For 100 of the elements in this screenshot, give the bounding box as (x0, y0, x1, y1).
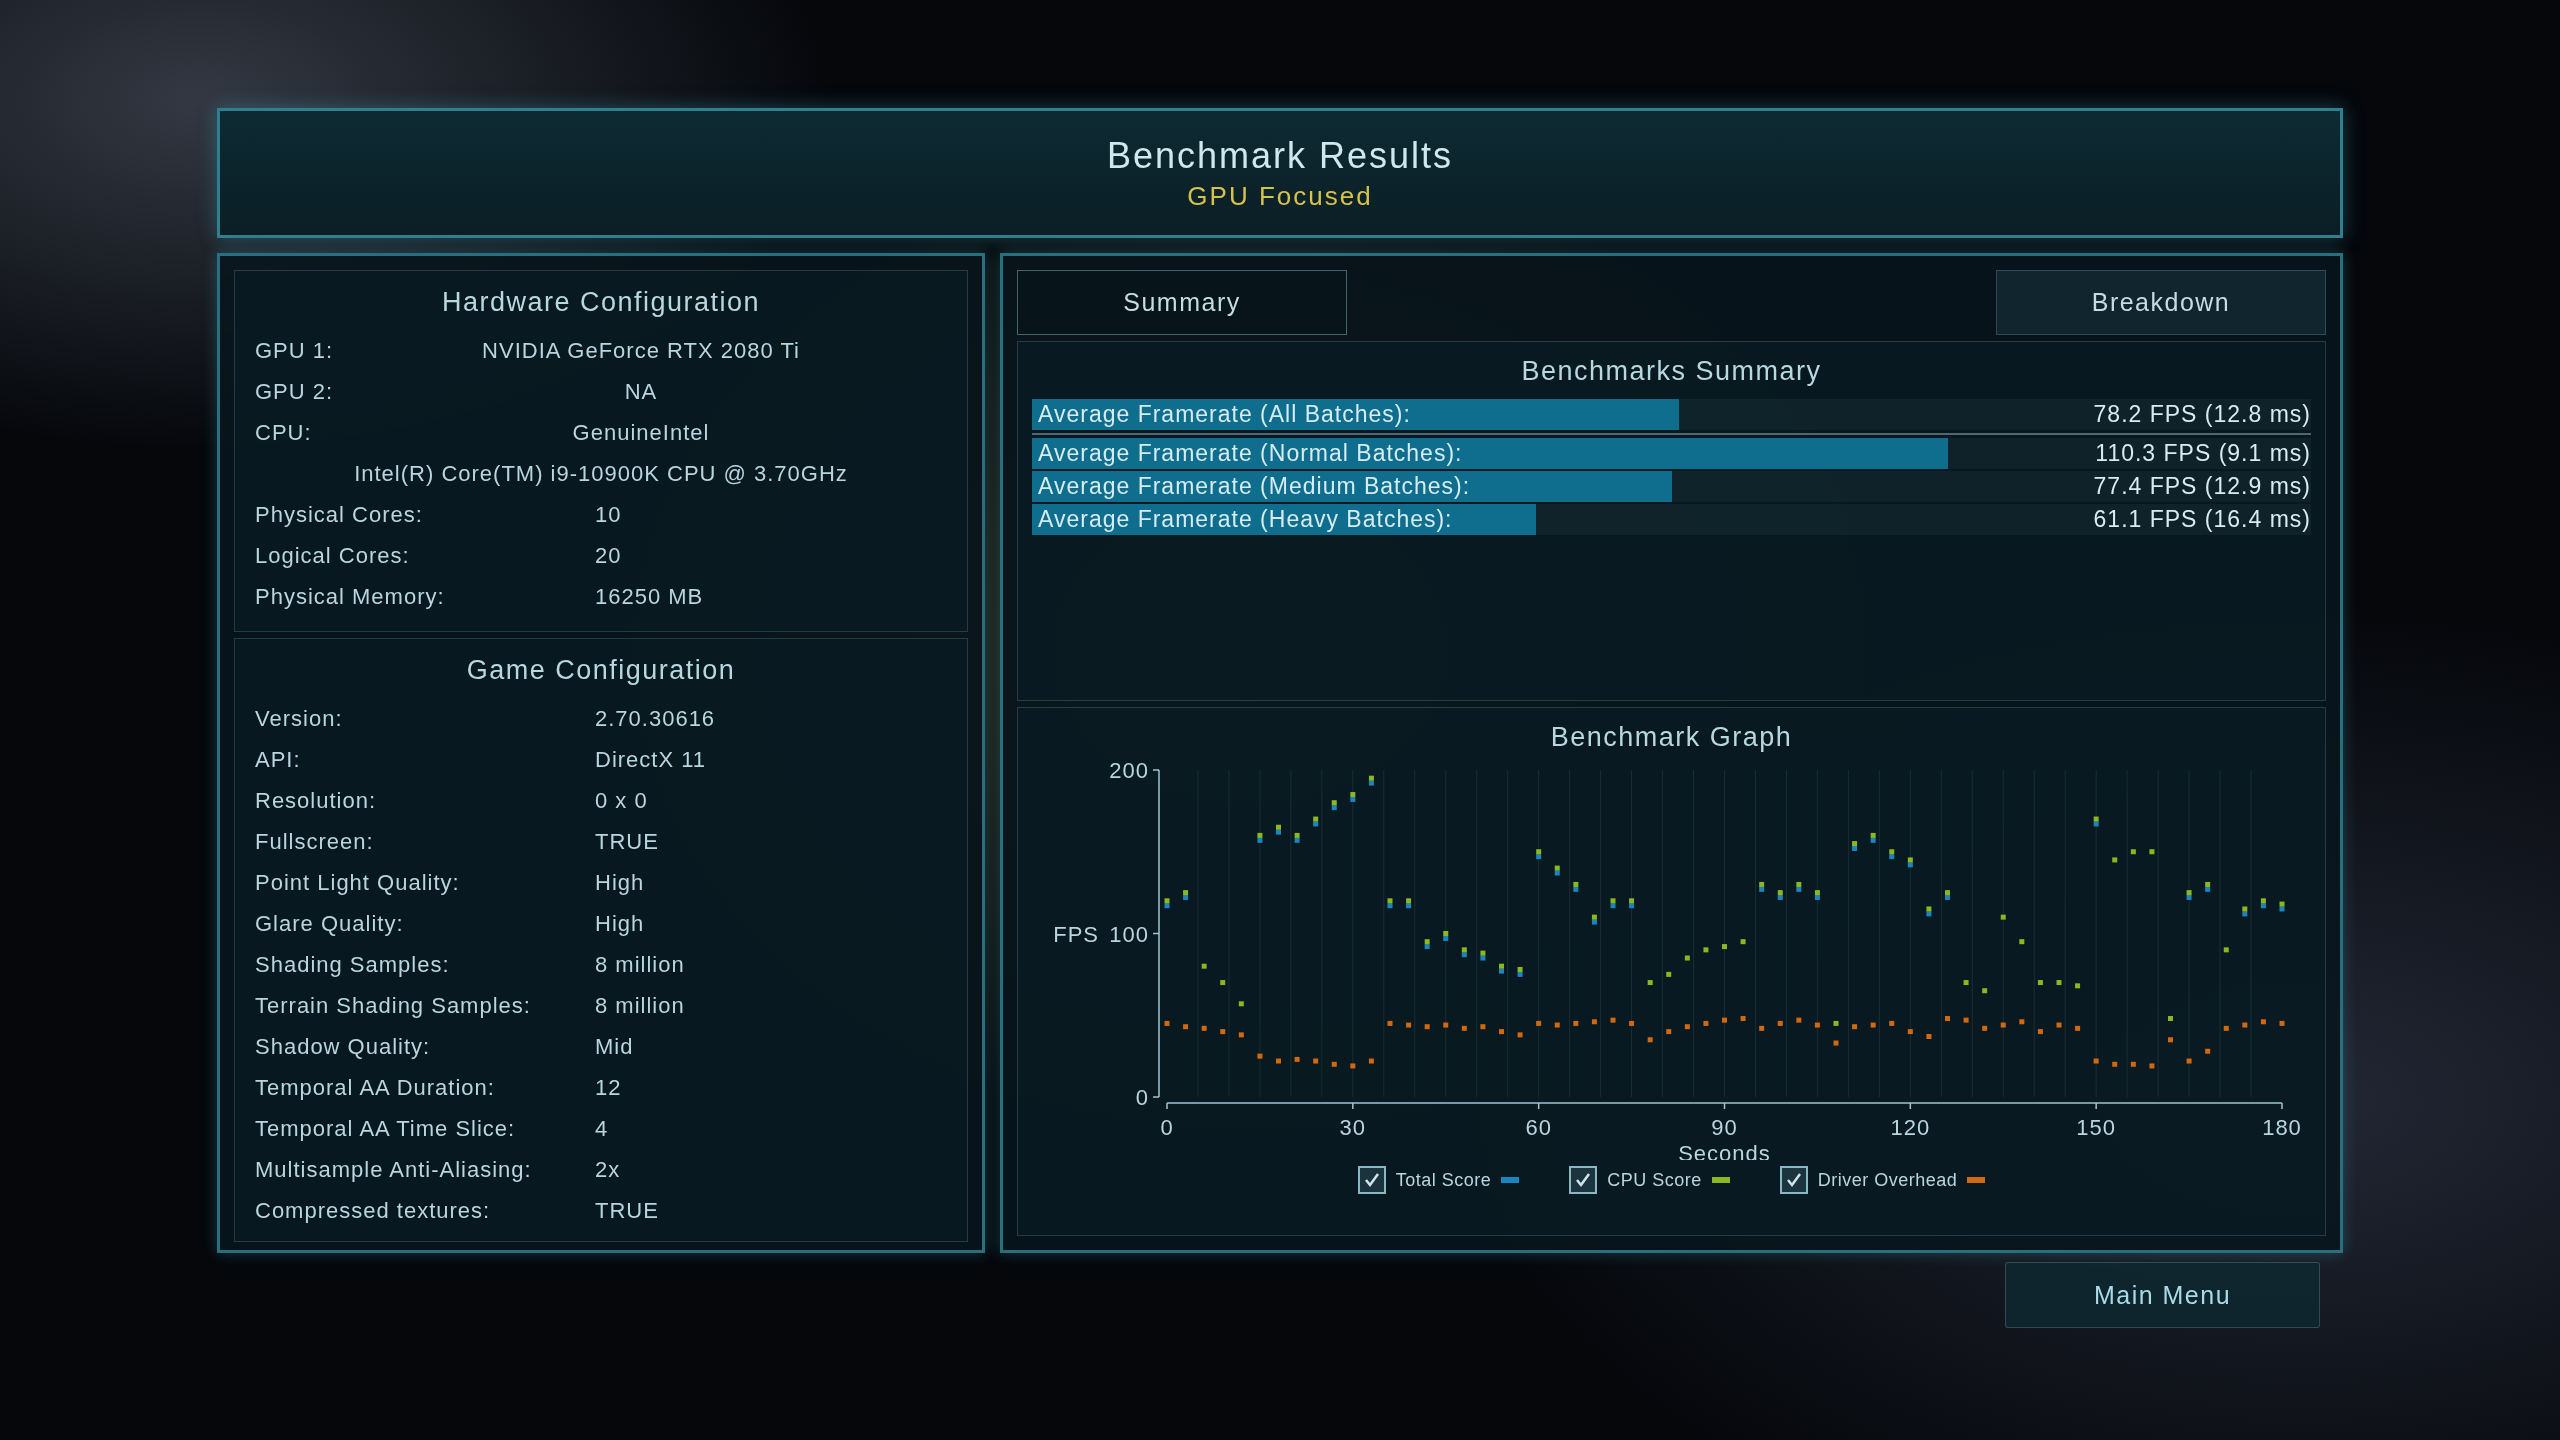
field-value: Intel(R) Core(TM) i9-10900K CPU @ 3.70GHz (354, 460, 848, 487)
field-value: 8 million (595, 951, 685, 978)
axis-tick-label: 120 (1889, 1115, 1930, 1140)
field-label: Logical Cores: (255, 542, 411, 569)
data-point (1201, 1025, 1207, 1031)
data-point (1405, 1022, 1411, 1028)
main-menu-button[interactable]: Main Menu (2005, 1262, 2320, 1328)
data-point (1684, 1024, 1690, 1030)
result-value: 61.1 FPS (16.4 ms) (2093, 506, 2311, 533)
data-point (2037, 980, 2043, 986)
tab[interactable]: Summary (1017, 270, 1347, 335)
axis-tick-label: 60 (1524, 1115, 1552, 1140)
field-label: Physical Memory: (255, 583, 446, 610)
data-point (1888, 1020, 1894, 1026)
field-label: Compressed textures: (255, 1197, 492, 1224)
data-point (2148, 849, 2154, 855)
data-point (1944, 1016, 1950, 1021)
page-title: Benchmark Results (1106, 134, 1454, 177)
field-label: Temporal AA Duration: (255, 1074, 496, 1101)
field-value: TRUE (595, 1197, 659, 1224)
data-point (1331, 1061, 1337, 1067)
result-label: Average Framerate (Medium Batches): (1037, 473, 1471, 500)
field-label: GPU 2: (255, 378, 335, 405)
checkbox[interactable] (1569, 1166, 1598, 1194)
data-point (2074, 983, 2080, 989)
field-label: Terrain Shading Samples: (255, 992, 532, 1019)
data-point (1665, 1029, 1671, 1035)
result-value: 78.2 FPS (12.8 ms) (2093, 401, 2311, 428)
axis-tick-label: 90 (1710, 1115, 1738, 1140)
data-point (1795, 1017, 1801, 1023)
data-point (1572, 1020, 1578, 1026)
checkbox[interactable] (1779, 1166, 1808, 1194)
data-point (2018, 939, 2024, 945)
data-point (1442, 1022, 1448, 1028)
field-value: 12 (595, 1074, 622, 1101)
axis-tick-label: 100 (1108, 921, 1149, 947)
section-title: Benchmark Graph (1550, 721, 1793, 754)
data-point (2204, 1048, 2210, 1054)
data-point (1368, 1058, 1374, 1064)
data-point (1777, 1020, 1783, 1026)
field-value: GenuineIntel (571, 419, 711, 446)
data-point (1554, 1022, 1560, 1028)
data-point (1535, 1020, 1541, 1026)
tab[interactable]: Breakdown (1996, 270, 2326, 335)
data-point (2223, 1025, 2229, 1031)
axis-tick-label: 180 (2261, 1115, 2302, 1140)
data-point (1833, 1040, 1838, 1046)
axis-title: FPS (1052, 921, 1099, 947)
data-point (2241, 1022, 2247, 1028)
data-point (1740, 1016, 1746, 1021)
data-point (1182, 1024, 1188, 1030)
data-point (1275, 1058, 1281, 1064)
field-value: Mid (595, 1033, 634, 1060)
field-value: 0 x 0 (595, 787, 648, 814)
field-value: High (595, 910, 645, 937)
data-point (2000, 914, 2006, 920)
data-point (2018, 1019, 2024, 1025)
field-label: Fullscreen: (255, 828, 375, 855)
field-value: 2x (595, 1156, 621, 1183)
data-point (2111, 1061, 2117, 1067)
result-label: Average Framerate (Heavy Batches): (1037, 506, 1453, 533)
axis-tick-label: 0 (1159, 1115, 1174, 1140)
data-point (1294, 1056, 1300, 1062)
data-point (1702, 947, 1708, 953)
data-point (1201, 963, 1207, 969)
data-point (2074, 1025, 2080, 1031)
field-label: Multisample Anti-Aliasing: (255, 1156, 533, 1183)
data-point (1647, 1037, 1653, 1043)
field-label: Physical Cores: (255, 501, 424, 528)
data-point (1925, 1034, 1931, 1039)
data-point (1591, 1019, 1597, 1025)
axis-tick-label: 0 (1135, 1085, 1149, 1110)
field-label: Glare Quality: (255, 910, 405, 937)
data-point (2056, 980, 2061, 986)
data-point (2167, 1016, 2173, 1021)
data-point (1684, 955, 1690, 961)
data-point (1963, 980, 1969, 986)
checkbox[interactable] (1357, 1166, 1386, 1194)
field-label: Resolution: (255, 787, 378, 814)
data-point (2148, 1063, 2154, 1069)
data-point (1814, 1022, 1820, 1028)
section-title: Benchmarks Summary (1520, 355, 1823, 388)
field-value: NVIDIA GeForce RTX 2080 Ti (481, 337, 801, 364)
data-point (2130, 849, 2136, 855)
data-point (1387, 1020, 1392, 1026)
data-point (1721, 1017, 1727, 1023)
data-point (1349, 1063, 1355, 1069)
data-point (1219, 1029, 1225, 1035)
field-label: Shading Samples: (255, 951, 451, 978)
result-value: 110.3 FPS (9.1 ms) (2095, 440, 2311, 467)
data-point (1758, 1025, 1764, 1031)
data-point (1665, 971, 1671, 977)
field-value: 10 (595, 501, 622, 528)
data-point (1702, 1020, 1708, 1026)
field-label: GPU 1: (255, 337, 335, 364)
data-point (1833, 1020, 1838, 1026)
data-point (1312, 1058, 1318, 1064)
legend-label: Total Score (1395, 1169, 1492, 1191)
data-point (1219, 980, 1225, 986)
axis-tick-label: 200 (1108, 758, 1149, 783)
